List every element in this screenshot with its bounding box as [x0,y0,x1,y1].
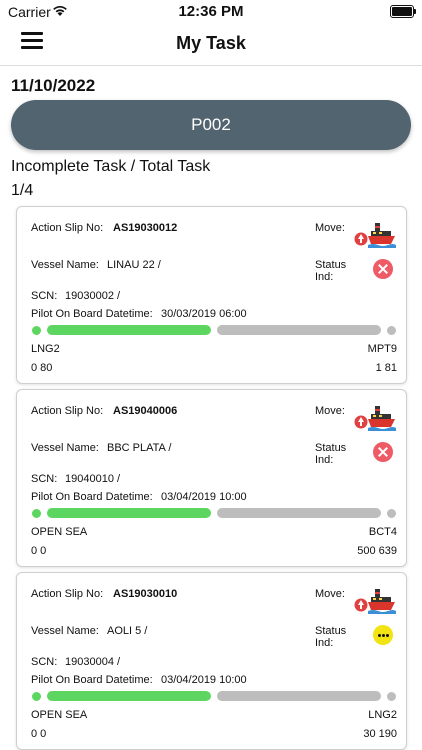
progress-bar-remaining [217,508,381,518]
task-date: 11/10/2022 [11,76,96,95]
origin-dot [32,509,41,518]
task-card[interactable]: Action Slip No: AS19040006 Move: Vessel … [16,389,407,567]
status-ind-label-1: Status [315,259,347,271]
from-values: 0 0 [31,545,47,557]
status-ind-label-2: Ind: [315,271,334,283]
scn-label: SCN: [31,656,58,668]
clock-time: 12:36 PM [178,3,244,20]
status-ind-label-1: Status [315,442,347,454]
status-ind-label-2: Ind: [315,637,334,649]
vessel-name-value: AOLI 5 / [107,625,148,637]
vessel-name-value: LINAU 22 / [107,259,161,271]
task-card[interactable]: Action Slip No: AS19030012 Move: Vessel … [16,206,407,384]
pilot-on-board-value: 03/04/2019 10:00 [161,491,247,503]
move-ship-icon [353,221,397,249]
progress-bar-complete [47,691,211,701]
destination-dot [387,692,396,701]
pilot-on-board-value: 30/03/2019 06:00 [161,308,247,320]
to-values: 30 190 [363,728,397,740]
from-location: OPEN SEA [31,709,88,721]
action-slip-label: Action Slip No: [31,588,104,600]
move-label: Move: [315,222,345,234]
action-slip-number: AS19040006 [113,405,178,417]
pending-icon [373,625,393,645]
scn-label: SCN: [31,290,58,302]
pilot-on-board-label: Pilot On Board Datetime: [31,491,153,503]
progress-bar-remaining [217,691,381,701]
page-title: My Task [176,33,246,53]
action-slip-number: AS19030010 [113,588,178,600]
status-ind-label-2: Ind: [315,454,334,466]
task-card[interactable]: Action Slip No: AS19030010 Move: Vessel … [16,572,407,750]
origin-dot [32,326,41,335]
from-location: LNG2 [31,343,60,355]
cancel-icon [373,259,393,279]
status-bar: Carrier 12:36 PM [0,0,422,24]
scn-value: 19040010 / [65,473,121,485]
to-values: 500 639 [357,545,397,557]
from-values: 0 0 [31,728,47,740]
pilot-on-board-label: Pilot On Board Datetime: [31,674,153,686]
task-summary-label: Incomplete Task / Total Task [11,158,211,175]
pilot-on-board-value: 03/04/2019 10:00 [161,674,247,686]
progress-bar-complete [47,508,211,518]
navigation-bar: My Task [0,24,422,66]
from-location: OPEN SEA [31,526,88,538]
dot [386,634,389,637]
status-ind-label-1: Status [315,625,347,637]
move-ship-icon [353,404,397,432]
action-slip-number: AS19030012 [113,222,178,234]
vessel-name-label: Vessel Name: [31,625,99,637]
vessel-name-label: Vessel Name: [31,442,99,454]
progress-bar-remaining [217,325,381,335]
origin-dot [32,692,41,701]
vessel-name-value: BBC PLATA / [107,442,172,454]
move-ship-icon [353,587,397,615]
dot [378,634,381,637]
to-location: MPT9 [367,343,397,355]
progress-bar-complete [47,325,211,335]
action-slip-label: Action Slip No: [31,222,104,234]
scn-value: 19030004 / [65,656,121,668]
pilot-on-board-label: Pilot On Board Datetime: [31,308,153,320]
from-values: 0 80 [31,362,53,374]
to-location: BCT4 [368,526,397,538]
move-label: Move: [315,405,345,417]
to-location: LNG2 [368,709,397,721]
cancel-icon [373,442,393,462]
dot [382,634,385,637]
move-label: Move: [315,588,345,600]
destination-dot [387,326,396,335]
scn-label: SCN: [31,473,58,485]
task-summary-value: 1/4 [11,182,34,199]
action-slip-label: Action Slip No: [31,405,104,417]
destination-dot [387,509,396,518]
battery-icon [390,5,416,18]
vessel-name-label: Vessel Name: [31,259,99,271]
to-values: 1 81 [375,362,397,374]
scn-value: 19030002 / [65,290,121,302]
pilot-code-button[interactable]: P002 [11,100,411,150]
